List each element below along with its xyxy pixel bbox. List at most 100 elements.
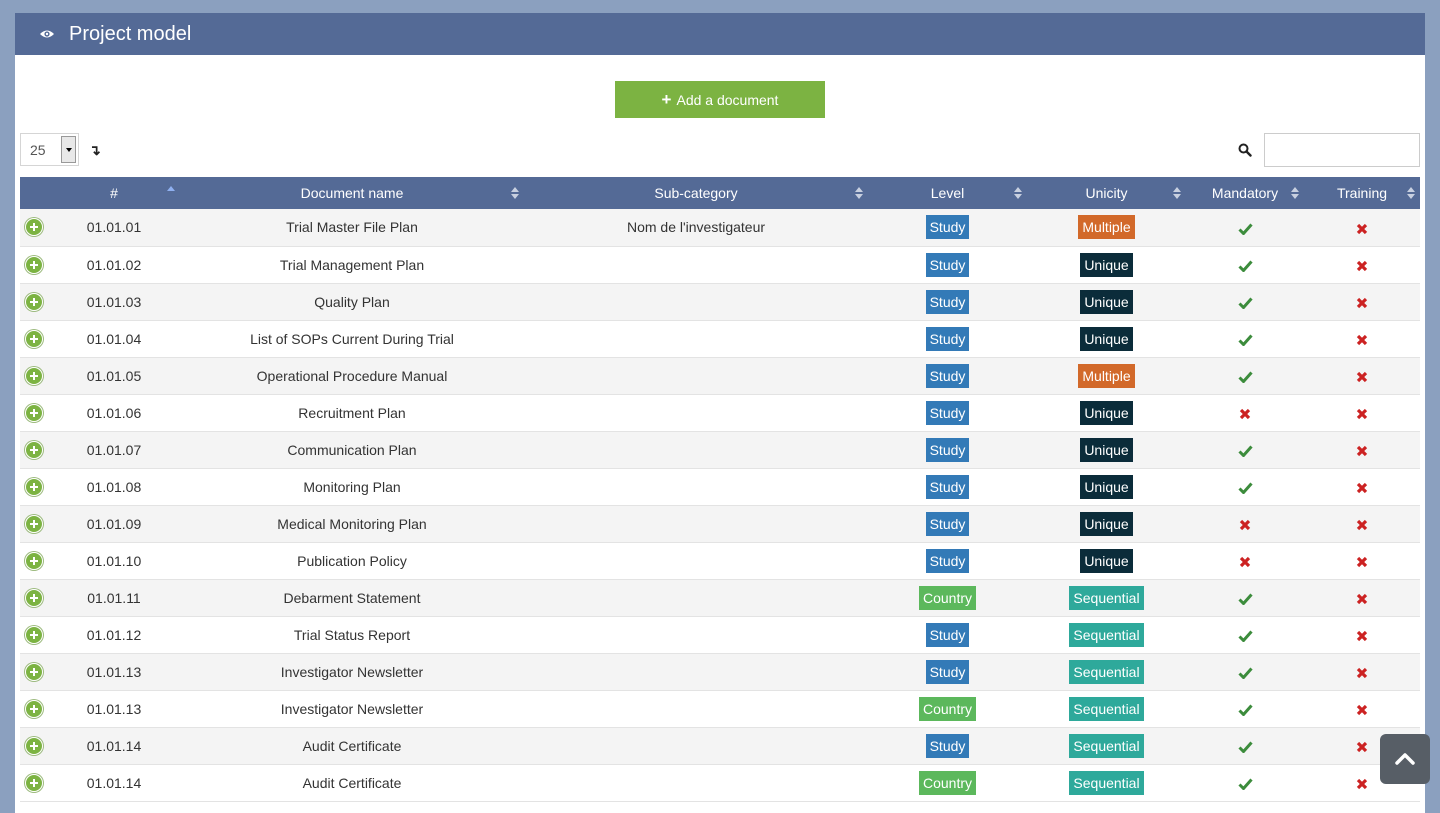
doc-subcategory bbox=[524, 283, 868, 321]
doc-number: 01.01.14 bbox=[48, 727, 180, 765]
expand-row-icon[interactable] bbox=[25, 662, 43, 681]
doc-subcategory bbox=[524, 616, 868, 654]
table-row: 01.01.09 Medical Monitoring Plan Study Uniq… bbox=[20, 505, 1420, 543]
page-length-value: 25 bbox=[30, 142, 46, 158]
level-badge: Study bbox=[925, 215, 970, 240]
chevron-down-icon[interactable] bbox=[61, 136, 76, 163]
doc-name: Trial Management Plan bbox=[180, 246, 524, 284]
expand-row-icon[interactable] bbox=[25, 551, 43, 570]
unicity-badge: Unique bbox=[1080, 252, 1133, 277]
table-row: 01.01.01 Trial Master File Plan Nom de l'i… bbox=[20, 209, 1420, 247]
doc-subcategory bbox=[524, 320, 868, 358]
doc-subcategory bbox=[524, 579, 868, 617]
page-length-select[interactable]: 25 bbox=[20, 133, 79, 166]
check-icon bbox=[1237, 334, 1253, 346]
doc-name: List of SOPs Current During Trial bbox=[180, 320, 524, 358]
expand-row-icon[interactable] bbox=[25, 588, 43, 607]
expand-row-icon[interactable] bbox=[25, 403, 43, 422]
unicity-badge: Unique bbox=[1080, 437, 1133, 462]
cross-icon bbox=[1356, 260, 1368, 272]
eye-icon bbox=[39, 26, 55, 42]
cross-icon bbox=[1356, 593, 1368, 605]
check-icon bbox=[1237, 704, 1253, 716]
cross-icon bbox=[1356, 445, 1368, 457]
cross-icon bbox=[1356, 408, 1368, 420]
doc-name: Trial Status Report bbox=[180, 616, 524, 654]
doc-name: Communication Plan bbox=[180, 431, 524, 469]
header-sub-category[interactable]: Sub-category bbox=[524, 177, 868, 209]
table-row: 01.01.13 Investigator Newsletter Study Sequ… bbox=[20, 653, 1420, 691]
sort-icon bbox=[511, 187, 519, 199]
expand-row-icon[interactable] bbox=[25, 699, 43, 718]
doc-subcategory bbox=[524, 394, 868, 432]
level-badge: Study bbox=[925, 548, 970, 573]
doc-name: Recruitment Plan bbox=[180, 394, 524, 432]
table-row: 01.01.12 Trial Status Report Study Sequenti… bbox=[20, 616, 1420, 654]
level-badge: Study bbox=[925, 733, 970, 758]
expand-row-icon[interactable] bbox=[25, 477, 43, 496]
doc-number: 01.01.11 bbox=[48, 579, 180, 617]
header-level[interactable]: Level bbox=[868, 177, 1027, 209]
level-badge: Study bbox=[925, 622, 970, 647]
doc-name: Operational Procedure Manual bbox=[180, 357, 524, 395]
expand-row-icon[interactable] bbox=[25, 366, 43, 385]
expand-row-icon[interactable] bbox=[25, 255, 43, 274]
header-unicity[interactable]: Unicity bbox=[1027, 177, 1186, 209]
add-document-label: Add a document bbox=[676, 91, 779, 108]
cross-icon bbox=[1356, 630, 1368, 642]
scroll-to-top-button[interactable] bbox=[1380, 734, 1430, 784]
doc-number: 01.01.13 bbox=[48, 653, 180, 691]
unicity-badge: Unique bbox=[1080, 548, 1133, 573]
expand-row-icon[interactable] bbox=[25, 514, 43, 533]
expand-row-icon[interactable] bbox=[25, 218, 43, 237]
unicity-badge: Unique bbox=[1080, 474, 1133, 499]
sort-icon bbox=[855, 187, 863, 199]
cross-icon bbox=[1356, 778, 1368, 790]
doc-name: Investigator Newsletter bbox=[180, 653, 524, 691]
unicity-badge: Unique bbox=[1080, 511, 1133, 536]
expand-row-icon[interactable] bbox=[25, 329, 43, 348]
cross-icon bbox=[1356, 297, 1368, 309]
table-row: 01.01.13 Investigator Newsletter Country Se… bbox=[20, 690, 1420, 728]
level-badge: Study bbox=[925, 400, 970, 425]
table-row: 01.01.14 Audit Certificate Country Sequenti… bbox=[20, 764, 1420, 802]
header-training[interactable]: Training bbox=[1304, 177, 1420, 209]
unicity-badge: Multiple bbox=[1078, 215, 1135, 240]
expand-row-icon[interactable] bbox=[25, 440, 43, 459]
header-mandatory[interactable]: Mandatory bbox=[1186, 177, 1304, 209]
doc-subcategory bbox=[524, 727, 868, 765]
sort-asc-icon bbox=[167, 186, 175, 191]
doc-name: Medical Monitoring Plan bbox=[180, 505, 524, 543]
level-badge: Study bbox=[925, 326, 970, 351]
expand-row-icon[interactable] bbox=[25, 625, 43, 644]
table-row: 01.01.07 Communication Plan Study Unique bbox=[20, 431, 1420, 469]
doc-subcategory bbox=[524, 357, 868, 395]
check-icon bbox=[1237, 630, 1253, 642]
doc-name: Debarment Statement bbox=[180, 579, 524, 617]
doc-number: 01.01.02 bbox=[48, 246, 180, 284]
add-document-button[interactable]: + Add a document bbox=[615, 81, 825, 118]
level-badge: Study bbox=[925, 363, 970, 388]
table-row: 01.01.14 Audit Certificate Study Sequential bbox=[20, 727, 1420, 765]
sort-icon bbox=[1407, 187, 1415, 199]
expand-row-icon[interactable] bbox=[25, 773, 43, 792]
cross-icon bbox=[1356, 334, 1368, 346]
expand-row-icon[interactable] bbox=[25, 292, 43, 311]
check-icon bbox=[1237, 741, 1253, 753]
expand-row-icon[interactable] bbox=[25, 736, 43, 755]
unicity-badge: Sequential bbox=[1069, 733, 1144, 758]
doc-name: Publication Policy bbox=[180, 542, 524, 580]
reset-sort-icon[interactable]: ↴ bbox=[89, 142, 101, 159]
doc-subcategory: Nom de l'investigateur bbox=[524, 209, 868, 247]
cross-icon bbox=[1356, 741, 1368, 753]
doc-name: Investigator Newsletter bbox=[180, 690, 524, 728]
search-input[interactable] bbox=[1264, 133, 1420, 167]
sort-icon bbox=[1173, 187, 1181, 199]
header-number[interactable]: # bbox=[48, 177, 180, 209]
table-row: 01.01.11 Debarment Statement Country Sequen… bbox=[20, 579, 1420, 617]
check-icon bbox=[1237, 593, 1253, 605]
check-icon bbox=[1237, 778, 1253, 790]
unicity-badge: Unique bbox=[1080, 326, 1133, 351]
table-row: 01.01.03 Quality Plan Study Unique bbox=[20, 283, 1420, 321]
header-document-name[interactable]: Document name bbox=[180, 177, 524, 209]
